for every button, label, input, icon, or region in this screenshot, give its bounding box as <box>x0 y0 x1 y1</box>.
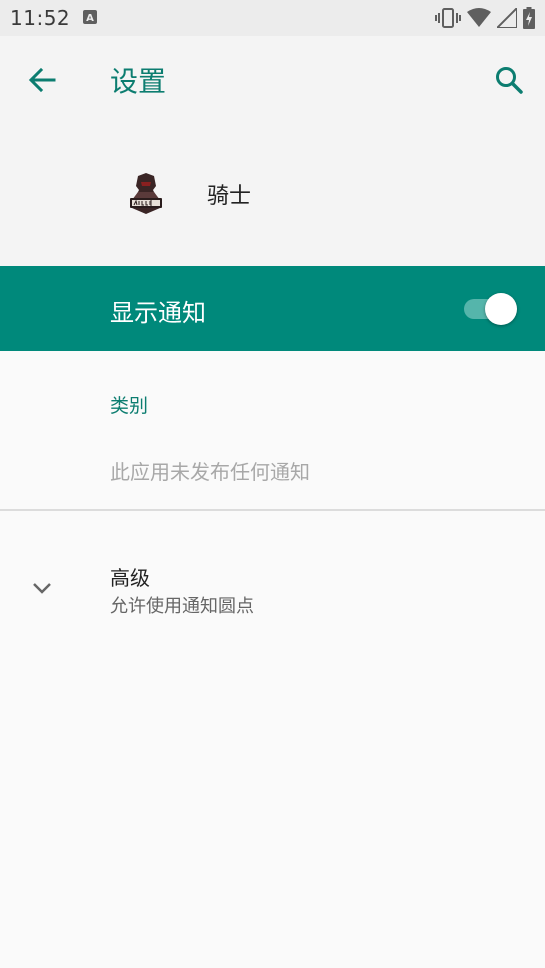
show-notifications-row[interactable]: 显示通知 <box>0 266 545 351</box>
battery-icon <box>523 7 535 29</box>
search-icon[interactable] <box>493 64 525 96</box>
notifications-toggle-thumb[interactable] <box>485 293 517 325</box>
app-bar: 设置 骑士 <box>0 36 545 266</box>
signal-icon <box>497 8 517 28</box>
arrow-back-icon[interactable] <box>26 64 58 96</box>
advanced-subtitle: 允许使用通知圆点 <box>110 596 254 617</box>
category-header: 类别 <box>110 395 149 417</box>
no-notifications-text: 此应用未发布任何通知 <box>110 460 310 484</box>
status-bar: 11:52 A <box>0 0 545 36</box>
divider <box>0 509 545 511</box>
page-title: 设置 <box>110 65 167 98</box>
app-icon <box>130 173 162 214</box>
app-name: 骑士 <box>207 184 252 209</box>
show-notifications-label: 显示通知 <box>110 299 206 327</box>
advanced-title: 高级 <box>110 566 150 590</box>
status-icons <box>435 7 535 29</box>
status-time: 11:52 <box>10 6 71 30</box>
svg-text:A: A <box>86 13 94 24</box>
a-notification-icon: A <box>83 10 97 24</box>
wifi-icon <box>467 8 491 27</box>
advanced-row[interactable]: 高级 允许使用通知圆点 <box>0 540 545 640</box>
chevron-down-icon <box>33 583 51 594</box>
vibrate-icon <box>435 8 461 28</box>
